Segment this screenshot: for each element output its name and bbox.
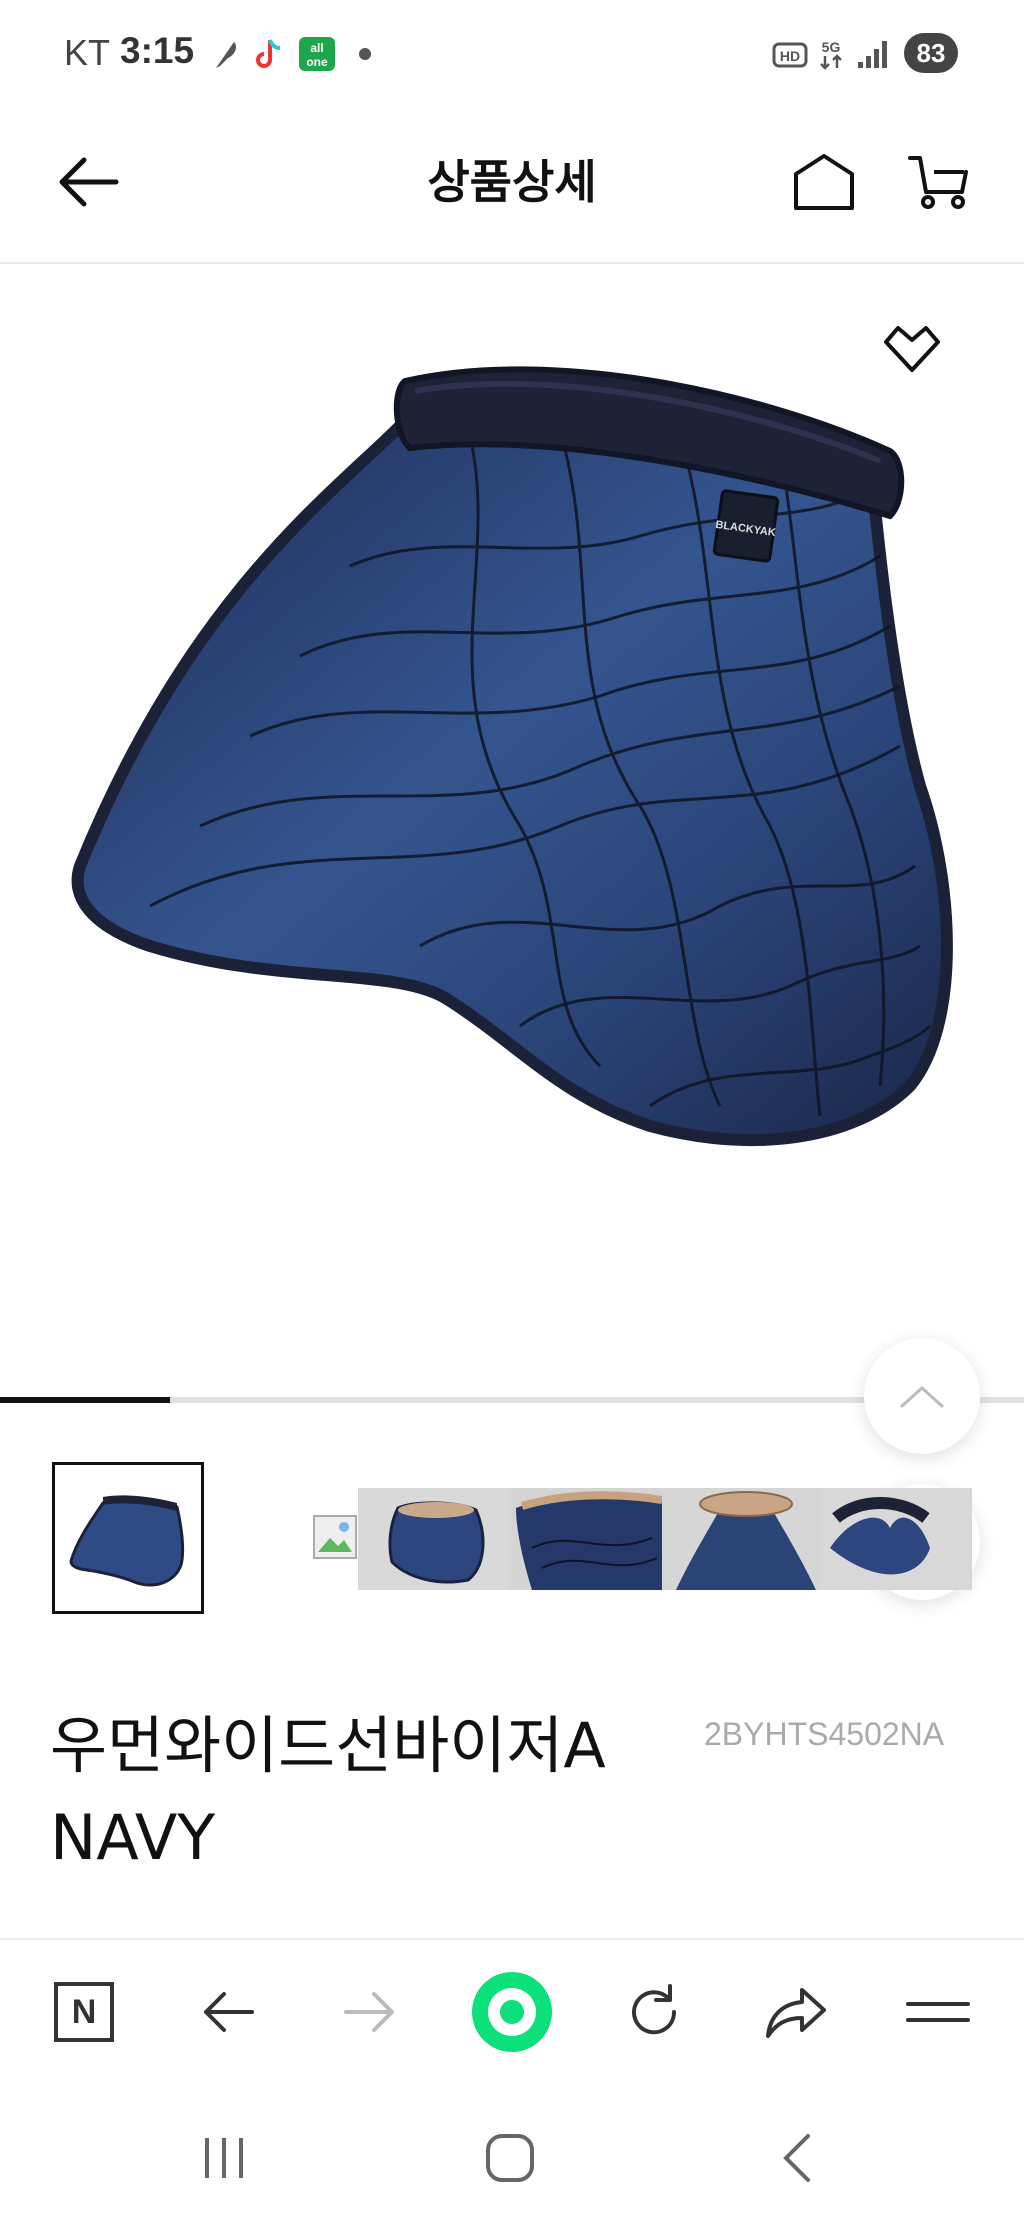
thumbnail-visor-image [69, 1495, 185, 1587]
svg-text:all: all [310, 41, 323, 55]
browser-toolbar: N [0, 1938, 1024, 2082]
status-bar: KT 3:15 all one HD 5G 83 [0, 0, 1024, 108]
svg-text:HD: HD [780, 48, 800, 64]
back-nav-button[interactable] [756, 2118, 836, 2198]
home-button[interactable] [784, 142, 864, 222]
chevron-left-icon [783, 2134, 810, 2182]
menu-button[interactable] [896, 1970, 980, 2054]
thumbnail-strip[interactable] [358, 1488, 972, 1590]
browser-back-button[interactable] [186, 1970, 270, 2054]
5g-icon: 5G [820, 39, 842, 70]
system-navigation-bar [0, 2082, 1024, 2219]
cart-button[interactable] [898, 142, 978, 222]
thumbnail-image[interactable] [512, 1488, 662, 1590]
recent-apps-icon [205, 2138, 243, 2178]
svg-text:one: one [306, 55, 328, 69]
product-image-sun-visor: BLACKYAK [71, 366, 953, 1147]
refresh-icon [632, 1984, 677, 2035]
clock: 3:15 [120, 30, 195, 71]
gallery-progress-fill [0, 1397, 170, 1403]
scroll-up-button[interactable] [864, 1338, 980, 1454]
product-name: 우먼와이드선바이저A NAVY [50, 1700, 710, 1884]
share-button[interactable] [754, 1970, 838, 2054]
battery-indicator: 83 [904, 33, 958, 73]
refresh-button[interactable] [612, 1970, 696, 2054]
naver-green-dot-button[interactable] [470, 1970, 554, 2054]
svg-text:5G: 5G [822, 39, 841, 55]
thumbnail-image[interactable] [820, 1488, 970, 1590]
menu-icon [906, 2002, 970, 2022]
share-arrow-icon [766, 1988, 826, 2038]
app-header: 상품상세 [0, 108, 1024, 264]
chevron-up-icon [900, 1385, 944, 1408]
thumbnail-image[interactable] [666, 1488, 816, 1590]
product-image-gallery[interactable]: BLACKYAK [0, 266, 1024, 1396]
recent-apps-button[interactable] [184, 2118, 264, 2198]
notification-dot-icon [359, 48, 371, 60]
tiktok-icon [256, 39, 281, 68]
product-code: 2BYHTS4502NA [704, 1716, 945, 1752]
thumbnail-selected[interactable] [52, 1462, 204, 1614]
thumbnail-row [0, 1460, 1024, 1620]
product-name-line2: NAVY [50, 1801, 216, 1874]
wishlist-button[interactable] [872, 308, 952, 388]
thumbnail-image[interactable] [358, 1488, 508, 1590]
naver-home-button[interactable]: N [42, 1970, 126, 2054]
home-nav-button[interactable] [470, 2118, 550, 2198]
heart-icon [884, 326, 940, 372]
feather-app-icon [216, 42, 236, 68]
allone-app-icon: all one [299, 37, 335, 71]
carrier-label: KT [64, 32, 111, 73]
broken-image-icon [313, 1515, 357, 1559]
page-title: 상품상세 [427, 155, 597, 209]
home-circle-icon [486, 2134, 534, 2182]
arrow-right-icon [344, 1992, 394, 2032]
home-icon [794, 154, 854, 210]
arrow-left-icon [204, 1992, 254, 2032]
product-name-line1: 우먼와이드선바이저A [50, 1709, 606, 1782]
green-dot-icon [472, 1972, 552, 2052]
hd-voice-icon: HD [772, 42, 808, 68]
signal-icon [858, 41, 887, 68]
naver-n-icon: N [54, 1982, 114, 2042]
cart-icon [908, 156, 968, 209]
browser-forward-button[interactable] [328, 1970, 412, 2054]
